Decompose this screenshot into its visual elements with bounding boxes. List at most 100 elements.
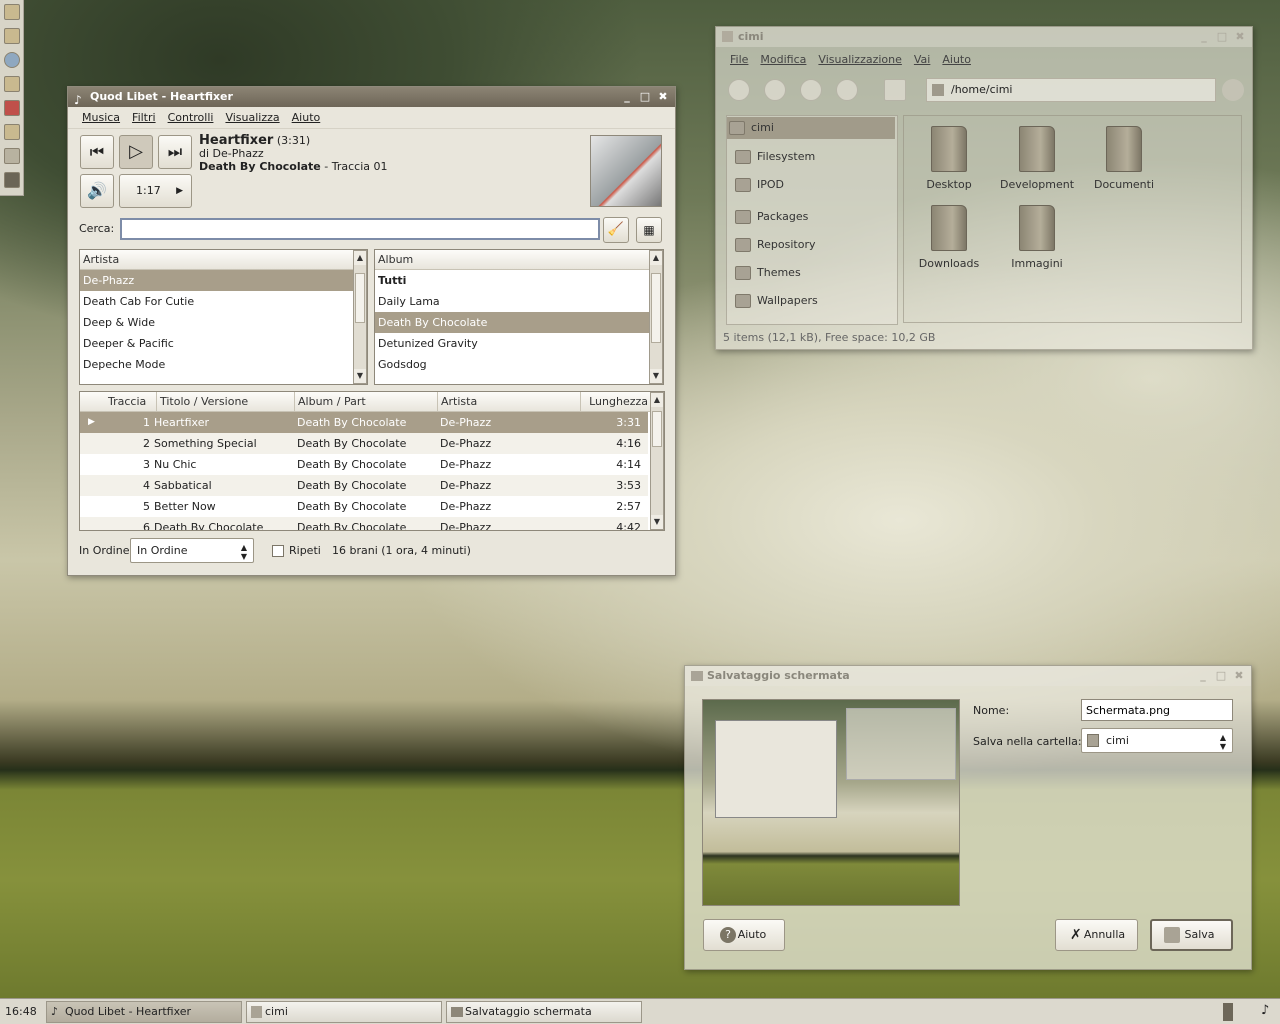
menu-aiuto[interactable]: Aiuto [936,53,977,66]
next-button[interactable]: ⏭ [158,135,192,169]
list-item[interactable]: Death Cab For Cutie [80,291,367,312]
reload-icon[interactable] [836,79,858,101]
save-button[interactable]: Salva [1150,919,1233,951]
list-item[interactable]: Deeper & Pacific [80,333,367,354]
forward-icon[interactable] [764,79,786,101]
clock[interactable]: 16:48 [5,1005,37,1018]
scroll-down-icon[interactable]: ▼ [651,515,663,529]
album-cover[interactable] [590,135,662,207]
menu-visualizzazione[interactable]: Visualizzazione [812,53,907,66]
close-icon[interactable]: ✖ [1233,670,1245,682]
place-wallpapers[interactable]: Wallpapers [733,290,899,312]
col-traccia[interactable]: Traccia [108,392,146,412]
menu-file[interactable]: File [724,53,754,66]
col-artista[interactable]: Artista [437,392,477,412]
maximize-icon[interactable]: □ [639,91,651,103]
artist-scrollbar[interactable]: ▲ ▼ [353,250,367,384]
clear-search-button[interactable]: 🧹 [603,217,629,243]
menu-filtri[interactable]: Filtri [126,111,162,124]
list-item[interactable]: Depeche Mode [80,354,367,375]
list-item[interactable]: De-Phazz [80,270,367,291]
col-album[interactable]: Album / Part [294,392,366,412]
place-cimi[interactable]: cimi [727,117,895,139]
clapper-icon[interactable] [3,172,20,188]
file-manager-titlebar[interactable]: cimi _ □ ✖ [716,27,1252,47]
place-repository[interactable]: Repository [733,234,899,256]
volume-button[interactable]: 🔊 [80,174,114,208]
close-icon[interactable]: ✖ [657,91,669,103]
minimize-icon[interactable]: _ [621,91,633,103]
help-button[interactable]: ? Aiuto [703,919,785,951]
menu-aiuto[interactable]: Aiuto [286,111,327,124]
repeat-checkbox[interactable] [272,545,284,557]
task-quodlibet[interactable]: ♪ Quod Libet - Heartfixer [46,1001,242,1023]
place-ipod[interactable]: IPOD [733,174,899,196]
folder-immagini[interactable]: Immagini [992,205,1082,270]
play-button[interactable]: ▷ [119,135,153,169]
folder-documenti[interactable]: Documenti [1079,126,1169,191]
minimize-icon[interactable]: _ [1197,670,1209,682]
table-row[interactable]: 6 Death By Chocolate Death By Chocolate De-… [80,517,648,530]
player-titlebar[interactable]: ♪ Quod Libet - Heartfixer _ □ ✖ [68,87,675,107]
brush-icon[interactable] [3,124,20,140]
list-item[interactable]: Death By Chocolate [375,312,663,333]
menu-vai[interactable]: Vai [908,53,936,66]
previous-button[interactable]: ⏮ [80,135,114,169]
volume-icon[interactable] [3,148,20,164]
album-scrollbar[interactable]: ▲ ▼ [649,250,663,384]
menu-controlli[interactable]: Controlli [162,111,220,124]
list-item[interactable]: Godsdog [375,354,663,375]
folder-desktop[interactable]: Desktop [904,126,994,191]
task-screenshot[interactable]: Salvataggio schermata [446,1001,642,1023]
track-scrollbar[interactable]: ▲ ▼ [650,392,664,530]
terminal-icon[interactable] [3,4,20,20]
table-row[interactable]: ▶ 1 Heartfixer Death By Chocolate De-Phazz 3:… [80,412,648,433]
filter-button[interactable]: ▦ [636,217,662,243]
table-row[interactable]: 4 Sabbatical Death By Chocolate De-Phazz 3:5… [80,475,648,496]
order-select[interactable]: In Ordine ▲ ▼ [130,538,254,563]
list-item[interactable]: Deep & Wide [80,312,367,333]
place-packages[interactable]: Packages [733,206,899,228]
scroll-up-icon[interactable]: ▲ [650,251,662,265]
scroll-up-icon[interactable]: ▲ [354,251,366,265]
back-icon[interactable] [728,79,750,101]
filename-input[interactable] [1081,699,1233,721]
search-input[interactable] [120,218,600,240]
globe-icon[interactable] [3,52,20,68]
task-cimi[interactable]: cimi [246,1001,442,1023]
maximize-icon[interactable]: □ [1216,31,1228,43]
location-field[interactable]: /home/cimi [926,78,1216,102]
table-row[interactable]: 2 Something Special Death By Chocolate De-P… [80,433,648,454]
folder-select[interactable]: cimi ▲ ▼ [1081,728,1233,753]
folder-development[interactable]: Development [992,126,1082,191]
menu-visualizza[interactable]: Visualizza [219,111,285,124]
cancel-button[interactable]: ✗ Annulla [1055,919,1138,951]
album-header[interactable]: Album [375,250,663,270]
place-themes[interactable]: Themes [733,262,899,284]
close-icon[interactable]: ✖ [1234,31,1246,43]
music-tray-icon[interactable]: ♪ [1261,1003,1269,1018]
table-row[interactable]: 3 Nu Chic Death By Chocolate De-Phazz 4:14 [80,454,648,475]
notes-icon[interactable] [3,28,20,44]
list-item[interactable]: Daily Lama [375,291,663,312]
folder-downloads[interactable]: Downloads [904,205,994,270]
scissors-icon[interactable] [3,100,20,116]
scroll-down-icon[interactable]: ▼ [354,369,366,383]
menu-modifica[interactable]: Modifica [754,53,812,66]
scroll-down-icon[interactable]: ▼ [650,369,662,383]
col-titolo[interactable]: Titolo / Versione [156,392,248,412]
minimize-icon[interactable]: _ [1198,31,1210,43]
tray-icon[interactable] [1223,1003,1233,1021]
list-item[interactable]: Tutti [375,270,663,291]
place-filesystem[interactable]: Filesystem [733,146,899,168]
col-lunghezza[interactable]: Lunghezza [580,392,648,412]
up-icon[interactable] [800,79,822,101]
save-dialog-titlebar[interactable]: Salvataggio schermata _ □ ✖ [685,666,1251,686]
list-item[interactable]: Detunized Gravity [375,333,663,354]
table-row[interactable]: 5 Better Now Death By Chocolate De-Phazz 2:5… [80,496,648,517]
edit-icon[interactable] [3,76,20,92]
repeat-label[interactable]: Ripeti [289,544,321,557]
maximize-icon[interactable]: □ [1215,670,1227,682]
artist-header[interactable]: Artista [80,250,367,270]
menu-musica[interactable]: Musica [76,111,126,124]
